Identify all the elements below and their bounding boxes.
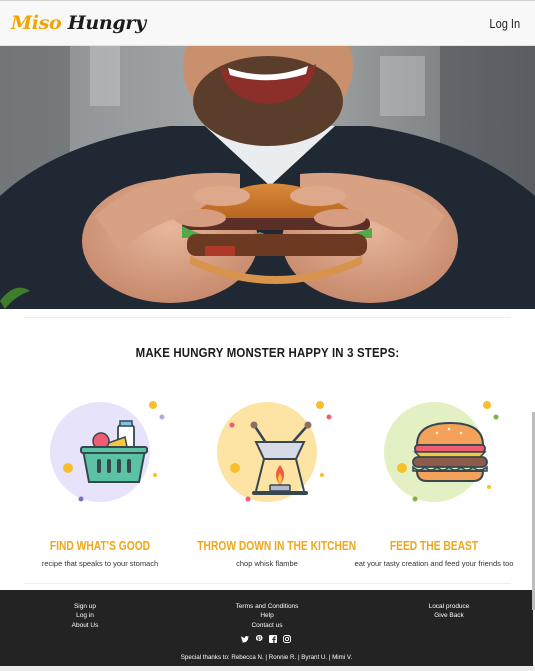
brand-name-part1: Miso	[11, 12, 62, 34]
step-title: FEED THE BEAST	[389, 539, 479, 553]
footer-link-give-back[interactable]: Give Back	[418, 611, 480, 620]
footer-link-local-produce[interactable]: Local produce	[418, 602, 480, 611]
window-bottom-edge	[0, 666, 535, 671]
brand-logo[interactable]: Miso Hungry	[11, 12, 146, 34]
step-card-cook: THROW DOWN IN THE KITCHEN chop whisk fla…	[182, 395, 357, 575]
step-title: FIND WHAT'S GOOD	[49, 539, 151, 553]
facebook-icon[interactable]	[269, 630, 277, 643]
brand-name-part2: Hungry	[67, 12, 146, 34]
step-description: recipe that speaks to your stomach	[41, 559, 159, 568]
footer-link-terms[interactable]: Terms and Conditions	[226, 602, 308, 611]
site-footer: Sign up Log in About Us Terms and Condit…	[0, 590, 533, 666]
hero-image	[0, 46, 535, 309]
basket-icon	[15, 395, 185, 510]
step-title: THROW DOWN IN THE KITCHEN	[197, 539, 357, 553]
step-card-find: FIND WHAT'S GOOD recipe that speaks to y…	[15, 395, 185, 575]
social-links	[241, 630, 291, 643]
section-divider	[24, 317, 511, 318]
step-description: eat your tasty creation and feed your fr…	[354, 559, 514, 568]
footer-link-signup[interactable]: Sign up	[59, 602, 111, 611]
step-description: chop whisk flambe	[236, 559, 298, 568]
footer-column-community: Local produce Give Back	[418, 602, 480, 621]
footer-column-account: Sign up Log in About Us	[59, 602, 111, 630]
footer-link-help[interactable]: Help	[226, 611, 308, 620]
login-link[interactable]: Log In	[489, 16, 520, 31]
instagram-icon[interactable]	[283, 630, 291, 643]
footer-column-support: Terms and Conditions Help Contact us	[226, 602, 308, 630]
pinterest-icon[interactable]	[255, 630, 263, 641]
credits-text: Special thanks to: Rebecca N. | Ronnie R…	[180, 654, 353, 661]
steps-heading: MAKE HUNGRY MONSTER HAPPY IN 3 STEPS:	[135, 345, 400, 360]
footer-link-login[interactable]: Log in	[59, 611, 111, 620]
footer-link-contact[interactable]: Contact us	[226, 621, 308, 630]
fondue-icon	[182, 395, 352, 510]
section-divider	[24, 583, 511, 584]
step-card-feed: FEED THE BEAST eat your tasty creation a…	[349, 395, 519, 575]
twitter-icon[interactable]	[241, 630, 249, 643]
burger-icon	[349, 395, 519, 510]
footer-link-about[interactable]: About Us	[59, 621, 111, 630]
top-navbar: Miso Hungry Log In	[0, 0, 535, 46]
